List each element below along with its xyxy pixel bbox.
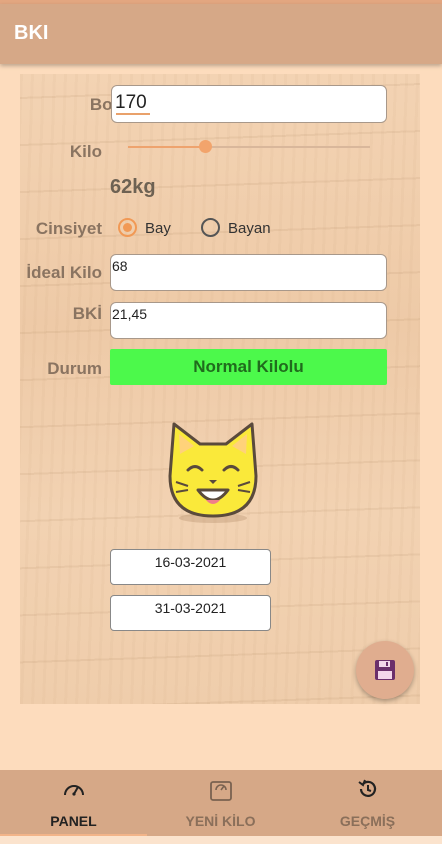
boy-input[interactable]: 170: [111, 85, 387, 123]
ideal-kilo-field[interactable]: 68: [110, 254, 387, 291]
bottom-navigation: PANEL YENİ KİLO GEÇMİŞ: [0, 770, 442, 836]
nav-label-gecmis: GEÇMİŞ: [339, 813, 396, 829]
gender-radio-bay[interactable]: [118, 218, 137, 237]
history-icon: [294, 778, 441, 800]
nav-gecmis[interactable]: GEÇMİŞ: [294, 770, 441, 836]
start-date-field[interactable]: 16-03-2021: [110, 549, 271, 585]
input-cursor-underline: [116, 113, 150, 115]
kilo-display: 62kg: [110, 176, 156, 198]
gender-radio-bayan[interactable]: [201, 218, 220, 237]
ideal-kilo-label: İdeal Kilo: [26, 263, 102, 282]
bki-label: BKİ: [72, 304, 102, 323]
nav-label-yeni-kilo: YENİ KİLO: [185, 813, 256, 829]
durum-label: Durum: [47, 359, 102, 378]
boy-value: 170: [115, 92, 147, 113]
cat-emoji-icon: [166, 420, 260, 526]
scale-icon: [147, 778, 294, 801]
save-button[interactable]: [356, 641, 414, 699]
cinsiyet-label: Cinsiyet: [35, 219, 102, 238]
speedometer-icon: [0, 778, 147, 800]
gender-option-bayan[interactable]: Bayan: [228, 220, 271, 237]
nav-yeni-kilo[interactable]: YENİ KİLO: [147, 770, 294, 836]
bki-field[interactable]: 21,45: [110, 302, 387, 339]
kilo-slider-thumb[interactable]: [198, 140, 212, 153]
end-date-field[interactable]: 31-03-2021: [110, 595, 271, 631]
ideal-kilo-value: 68: [112, 258, 128, 274]
save-icon: [375, 660, 395, 680]
app-title: BKI: [14, 22, 49, 44]
nav-label-panel: PANEL: [50, 813, 97, 829]
gender-option-bay[interactable]: Bay: [145, 220, 171, 237]
bottom-strip: [0, 836, 442, 844]
app-bar: BKI: [0, 4, 442, 64]
durum-status-badge: Normal Kilolu: [110, 349, 387, 385]
nav-panel[interactable]: PANEL: [0, 770, 147, 836]
kilo-label: Kilo: [69, 142, 102, 161]
kilo-slider-fill: [128, 146, 206, 148]
bki-value: 21,45: [112, 306, 148, 322]
